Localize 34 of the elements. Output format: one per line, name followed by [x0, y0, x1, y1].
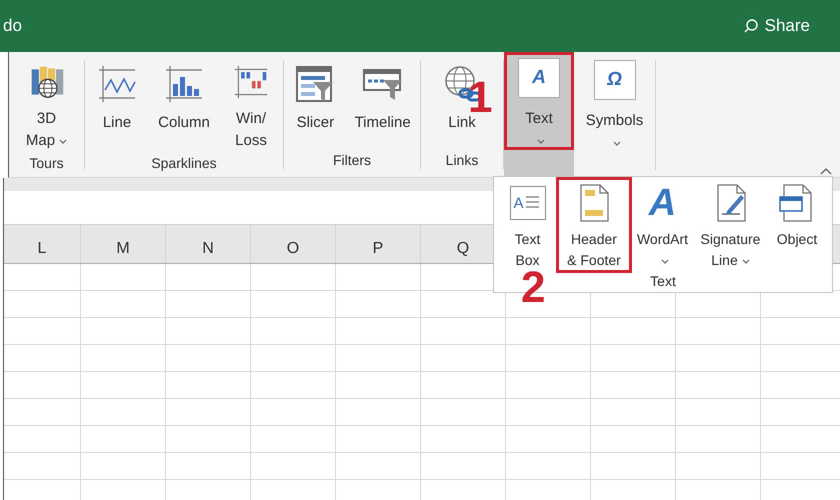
ribbon-button[interactable]: Timeline: [346, 60, 419, 149]
group-label: Sparklines: [151, 154, 217, 172]
ribbon-button[interactable]: Slicer: [285, 60, 346, 149]
ribbon-button[interactable]: Win/ Loss: [221, 60, 281, 152]
letter-icon: Ω: [594, 60, 636, 100]
step-number: 2: [521, 266, 546, 310]
menu-button[interactable]: Object: [768, 177, 826, 273]
wordart-icon: A: [648, 183, 676, 223]
ribbon-button[interactable]: 3D Map: [16, 60, 76, 152]
menu-button[interactable]: A WordArt: [632, 177, 693, 273]
column-header[interactable]: L: [4, 225, 81, 263]
search-icon[interactable]: [742, 18, 759, 34]
column-sparkline-icon: [164, 64, 204, 104]
ribbon-button[interactable]: Column: [149, 60, 219, 152]
text-box-icon: A: [510, 186, 546, 220]
line-sparkline-icon: [97, 64, 137, 104]
share-button[interactable]: Share: [764, 16, 810, 36]
group-label: Text: [650, 273, 676, 289]
column-header[interactable]: P: [336, 225, 421, 263]
ribbon-button[interactable]: Ω Symbols: [574, 60, 656, 170]
group-label: Links: [446, 151, 478, 169]
group-label: Tours: [29, 154, 64, 172]
letter-icon: A: [518, 58, 560, 98]
column-header[interactable]: O: [251, 225, 336, 263]
ribbon-button[interactable]: A Text: [504, 52, 574, 177]
group-label: Filters: [332, 151, 372, 169]
column-header[interactable]: N: [166, 225, 251, 263]
menu-button[interactable]: Header & Footer: [556, 177, 632, 273]
slicer-icon: [295, 64, 336, 104]
window-title: do: [3, 16, 22, 36]
collapse-ribbon-icon[interactable]: [820, 167, 832, 175]
ribbon-button[interactable]: Line: [87, 60, 147, 152]
column-header[interactable]: M: [81, 225, 166, 263]
menu-button[interactable]: Signature Line: [693, 177, 768, 273]
